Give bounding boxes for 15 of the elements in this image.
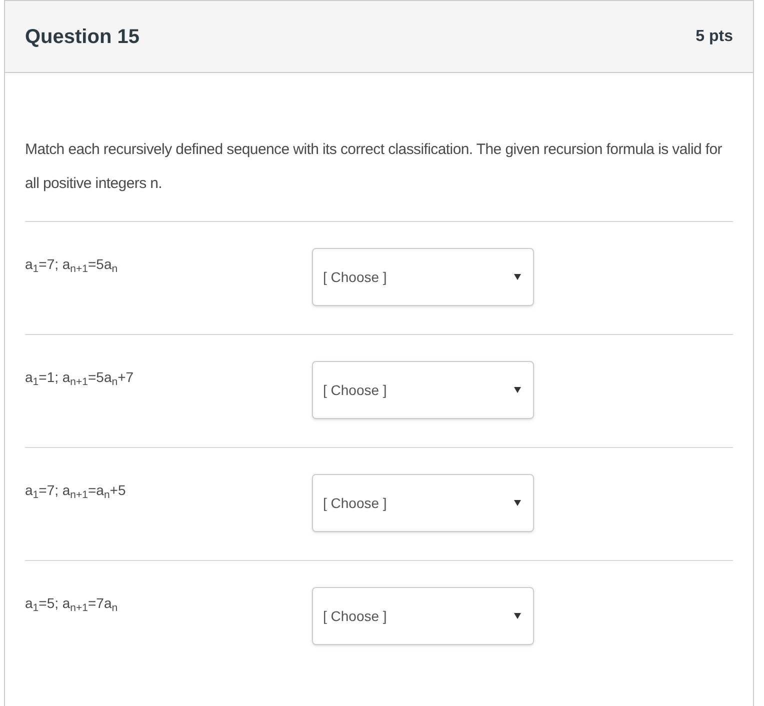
caret-icon	[514, 387, 521, 393]
choose-dropdown[interactable]: [ Choose ]	[312, 474, 534, 532]
question-text: Match each recursively defined sequence with its correct classification. The given recursion formula is valid for all positive integers n.	[25, 140, 723, 194]
caret-icon	[514, 613, 521, 619]
choose-dropdown[interactable]: [ Choose ]	[312, 248, 534, 306]
choose-dropdown[interactable]: [ Choose ]	[312, 587, 534, 645]
sequence-formula: a$_{1}$=7; a$_{n+1}$=a$_{n}$+5	[25, 481, 127, 501]
sequence-formula: a$_{1}$=5; a$_{n+1}$=7a$_{n}$	[25, 594, 119, 614]
points: 5 pts	[696, 26, 733, 46]
sequence-formula: a$_{1}$=7; a$_{n+1}$=5a$_{n}$	[25, 255, 119, 275]
sequence-formula: a$_{1}$=1; a$_{n+1}$=5a$_{n}$+7	[25, 368, 135, 388]
caret-icon	[514, 274, 521, 280]
caret-icon	[514, 500, 521, 506]
question-title: Question 15	[25, 24, 140, 50]
choose-dropdown[interactable]: [ Choose ]	[312, 361, 534, 419]
